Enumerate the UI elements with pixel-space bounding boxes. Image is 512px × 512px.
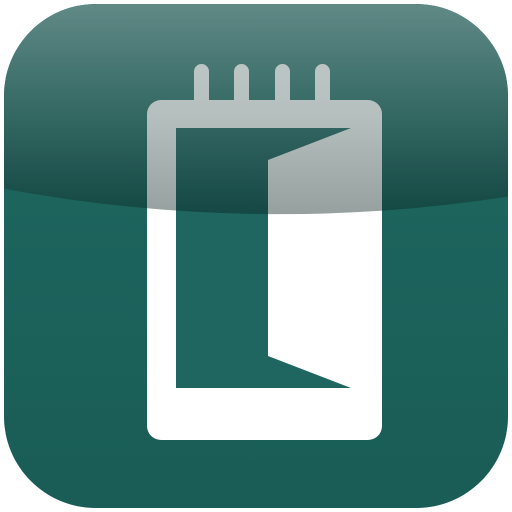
icon-stage	[0, 0, 512, 512]
gloss-highlight	[4, 4, 508, 215]
app-icon[interactable]	[0, 0, 512, 512]
